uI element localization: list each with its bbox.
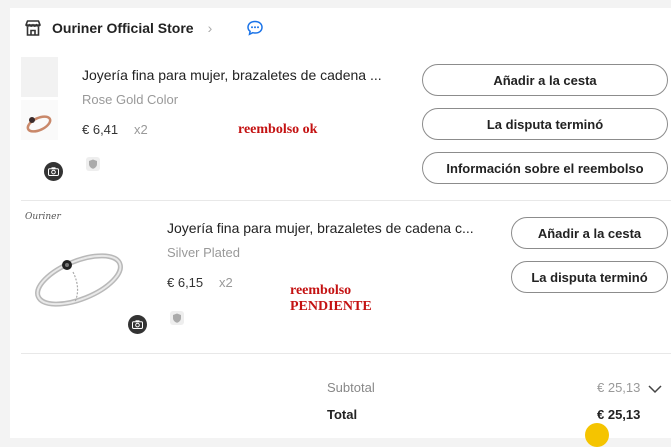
chevron-down-icon[interactable] [648, 381, 662, 394]
camera-icon[interactable] [44, 162, 63, 181]
refund-info-button[interactable]: Información sobre el reembolso [422, 152, 668, 184]
item-title[interactable]: Joyería fina para mujer, brazaletes de c… [82, 67, 382, 83]
refund-note-line1: reembolso [290, 283, 352, 298]
store-header[interactable]: Ouriner Official Store › [24, 18, 264, 38]
item-price: € 6,41 [82, 122, 119, 137]
refund-note-line2: PENDIENTE [290, 299, 372, 314]
store-name[interactable]: Ouriner Official Store [52, 20, 194, 36]
item-thumbnail-preview[interactable] [21, 100, 58, 140]
refund-note: reembolso ok [238, 122, 318, 137]
item-price: € 6,15 [167, 275, 204, 290]
shield-icon [86, 157, 100, 171]
item-variant: Silver Plated [167, 245, 240, 260]
subtotal-value: € 25,13 [597, 380, 641, 395]
dispute-ended-button[interactable]: La disputa terminó [511, 261, 668, 293]
chevron-right-icon[interactable]: › [208, 20, 213, 36]
item-thumbnail[interactable]: Ouriner [21, 210, 141, 335]
item-divider [21, 200, 671, 201]
store-icon [24, 19, 42, 37]
total-value: € 25,13 [597, 407, 641, 422]
chat-bubble-icon[interactable] [246, 19, 264, 37]
item-title[interactable]: Joyería fina para mujer, brazaletes de c… [167, 220, 474, 236]
item-variant: Rose Gold Color [82, 92, 179, 107]
item-quantity: x2 [134, 122, 148, 137]
shield-icon [170, 311, 184, 325]
add-to-cart-button[interactable]: Añadir a la cesta [511, 217, 668, 249]
add-to-cart-button[interactable]: Añadir a la cesta [422, 64, 668, 96]
total-label: Total [327, 407, 358, 422]
section-divider [21, 353, 671, 354]
item-quantity: x2 [219, 275, 233, 290]
camera-icon[interactable] [128, 315, 147, 334]
subtotal-label: Subtotal [327, 380, 375, 395]
dispute-ended-button[interactable]: La disputa terminó [422, 108, 668, 140]
brand-watermark: Ouriner [25, 212, 61, 222]
item-thumbnail[interactable] [21, 57, 58, 97]
coin-icon [585, 423, 609, 447]
